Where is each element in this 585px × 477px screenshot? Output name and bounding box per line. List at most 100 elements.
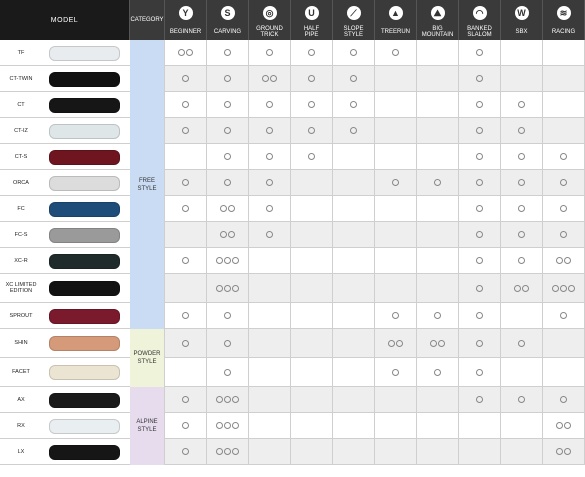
rating-cell: [459, 358, 501, 386]
beginner-icon: Y: [178, 6, 193, 20]
rating-cell: [375, 118, 417, 143]
rating-mark-icon: [568, 284, 575, 292]
rating-mark-icon: [350, 49, 357, 56]
rating-cell: [459, 413, 501, 438]
rating-mark-icon: [476, 205, 483, 212]
rating-cell: [417, 358, 459, 386]
rating-cell: [291, 303, 333, 328]
rating-mark-icon: [476, 101, 483, 108]
snowboard-image[interactable]: [49, 336, 120, 351]
rating-cell: [165, 118, 207, 143]
snowboard-image[interactable]: [49, 45, 120, 61]
rating-mark-icon: [266, 153, 273, 160]
rating-cell: [291, 196, 333, 221]
snowboard-image[interactable]: [49, 418, 120, 434]
rating-cell: [417, 274, 459, 302]
rating-cell: [291, 413, 333, 438]
table-row: XC LIMITED EDITION: [0, 274, 585, 303]
rating-cell: [375, 222, 417, 247]
rating-cell: [207, 274, 249, 302]
ground-trick-icon: ◎: [262, 6, 277, 20]
rating-cell: [165, 222, 207, 247]
model-name: XC-R: [0, 248, 43, 273]
rating-cell: [333, 303, 375, 328]
rating-cell: [165, 387, 207, 412]
rating-mark-icon: [564, 422, 571, 429]
rating-mark-icon: [476, 153, 483, 160]
rating-mark-icon: [182, 396, 189, 403]
rating-cell: [333, 387, 375, 412]
rating-mark-icon: [224, 127, 231, 134]
snowboard-image[interactable]: [49, 253, 120, 269]
column-label: BIG MOUNTAIN: [421, 26, 454, 38]
snowboard-image[interactable]: [49, 365, 120, 380]
rating-cell: [501, 358, 543, 386]
model-name: SPROUT: [0, 303, 43, 328]
table-row: TF: [0, 40, 585, 66]
rating-cell: [291, 387, 333, 412]
rating-mark-icon: [518, 205, 525, 212]
rating-cell: [249, 92, 291, 117]
rating-mark-icon: [560, 179, 567, 186]
rating-cell: [417, 413, 459, 438]
rating-mark-icon: [224, 396, 231, 403]
snowboard-image[interactable]: [49, 201, 120, 217]
rating-mark-icon: [228, 231, 235, 238]
column-label: HALF PIPE: [303, 26, 320, 38]
rating-mark-icon: [514, 284, 521, 292]
snowboard-image[interactable]: [49, 123, 120, 139]
rating-mark-icon: [522, 284, 529, 292]
column-header-big-mountain: ⛰ BIG MOUNTAIN: [417, 0, 459, 40]
rating-mark-icon: [266, 127, 273, 134]
snowboard-image[interactable]: [49, 71, 120, 87]
rating-cell: [249, 439, 291, 464]
snowboard-image[interactable]: [49, 227, 120, 243]
rating-mark-icon: [476, 312, 483, 319]
snowboard-image[interactable]: [49, 281, 120, 296]
rating-mark-icon: [556, 422, 563, 429]
rating-mark-icon: [308, 49, 315, 56]
rating-mark-icon: [392, 368, 399, 376]
snowboard-image[interactable]: [49, 444, 120, 460]
column-label: SLOPE STYLE: [343, 26, 364, 38]
model-name: CT-TWIN: [0, 66, 43, 91]
rating-cell: [291, 144, 333, 169]
rating-cell: [165, 248, 207, 273]
snowboard-image[interactable]: [49, 308, 120, 324]
rating-mark-icon: [266, 179, 273, 186]
rating-cell: [291, 92, 333, 117]
rating-mark-icon: [224, 153, 231, 160]
snowboard-image[interactable]: [49, 175, 120, 191]
snowboard-image[interactable]: [49, 97, 120, 113]
rating-mark-icon: [224, 339, 231, 347]
rating-mark-icon: [182, 312, 189, 319]
rating-cell: [417, 222, 459, 247]
rating-cell: [417, 66, 459, 91]
column-header-banked-slalom: ◠ BANKED SLALOM: [459, 0, 501, 40]
rating-cell: [207, 358, 249, 386]
rating-cell: [249, 329, 291, 357]
rating-cell: [543, 196, 585, 221]
rating-cell: [501, 40, 543, 65]
rating-cell: [417, 329, 459, 357]
model-name: XC LIMITED EDITION: [0, 274, 43, 302]
rating-mark-icon: [232, 257, 239, 264]
snowboard-image[interactable]: [49, 149, 120, 165]
rating-mark-icon: [560, 153, 567, 160]
rating-cell: [543, 303, 585, 328]
column-header-beginner: Y BEGINNER: [165, 0, 207, 40]
rating-mark-icon: [232, 448, 239, 455]
column-label: TREERUN: [380, 29, 410, 35]
rating-cell: [375, 92, 417, 117]
rating-cell: [333, 222, 375, 247]
rating-mark-icon: [220, 231, 227, 238]
rating-cell: [501, 92, 543, 117]
rating-cell: [207, 248, 249, 273]
rating-cell: [291, 222, 333, 247]
rating-cell: [417, 40, 459, 65]
rating-cell: [375, 329, 417, 357]
table-row: CT-IZ: [0, 118, 585, 144]
rating-cell: [417, 170, 459, 195]
snowboard-image[interactable]: [49, 392, 120, 408]
model-name: LX: [0, 439, 43, 464]
